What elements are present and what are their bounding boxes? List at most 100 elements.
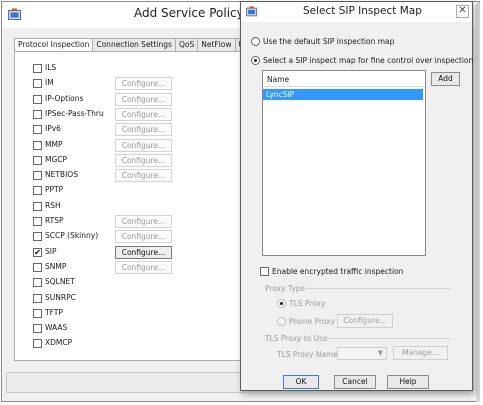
protocol-row: SQLNET: [15, 276, 243, 291]
protocol-checkbox[interactable]: [33, 94, 42, 104]
protocol-label: WAAS: [45, 323, 68, 333]
protocol-row: NETBIOS Configure...: [15, 169, 243, 184]
ok-button[interactable]: OK: [283, 375, 319, 389]
tls-proxy-name-select[interactable]: ▼: [337, 347, 387, 360]
protocol-checkbox[interactable]: [33, 140, 42, 150]
add-map-button[interactable]: Add: [431, 72, 460, 86]
configure-button[interactable]: Configure...: [115, 123, 172, 137]
protocol-checkbox[interactable]: [33, 278, 42, 288]
protocol-row: PPTP: [15, 184, 243, 199]
protocol-row: ✔ SIP Configure...: [15, 245, 243, 261]
protocol-label: SQLNET: [45, 277, 75, 287]
protocol-checkbox[interactable]: [33, 186, 42, 196]
select-map-radio[interactable]: [251, 56, 260, 65]
protocol-checkbox[interactable]: [33, 201, 42, 211]
protocol-row: MGCP Configure...: [15, 153, 243, 169]
protocol-label: TFTP: [45, 307, 63, 317]
protocol-checkbox[interactable]: [33, 155, 42, 165]
tls-proxy-name-label: TLS Proxy Name:: [277, 350, 341, 359]
protocol-checkbox[interactable]: [33, 262, 42, 272]
protocol-label: MGCP: [45, 154, 68, 164]
configure-button[interactable]: Configure...: [115, 77, 172, 91]
protocol-row: SUNRPC: [15, 292, 243, 307]
tls-proxy-radio[interactable]: [277, 299, 286, 308]
configure-button[interactable]: Configure...: [115, 260, 172, 274]
help-button[interactable]: Help: [387, 375, 429, 389]
protocol-row: TFTP: [15, 307, 243, 322]
protocol-checkbox[interactable]: [33, 109, 42, 119]
table-header: Name: [263, 71, 425, 87]
configure-button[interactable]: Configure...: [115, 169, 172, 183]
phone-proxy-configure-button[interactable]: Configure...: [337, 314, 393, 328]
protocol-row: XDMCP: [15, 337, 243, 352]
manage-button[interactable]: Manage...: [393, 346, 448, 360]
protocol-checkbox[interactable]: [33, 64, 42, 73]
protocol-label: SNMP: [45, 261, 67, 271]
use-default-map-radio[interactable]: [251, 37, 260, 46]
tls-proxy-to-use-divider: [323, 338, 451, 339]
protocol-row: SNMP Configure...: [15, 260, 243, 276]
tls-proxy-to-use-group-label: TLS Proxy to Use: [265, 334, 328, 343]
proxy-type-group-label: Proxy Type: [265, 284, 306, 293]
tab-2[interactable]: QoS: [174, 38, 199, 52]
configure-button[interactable]: Configure...: [115, 107, 172, 121]
protocol-row: ILS: [15, 62, 243, 77]
protocol-checkbox[interactable]: ✔: [33, 247, 42, 257]
protocol-label: IPv6: [45, 124, 61, 134]
tab-1[interactable]: Connection Settings: [92, 38, 176, 52]
proxy-type-divider: [303, 288, 451, 289]
configure-button[interactable]: Configure...: [115, 230, 172, 244]
tab-0[interactable]: Protocol Inspection: [14, 38, 94, 52]
protocol-inspection-panel: ILS IM Configure... IP-Options Configure... I…: [14, 51, 244, 361]
protocol-row: IPv6 Configure...: [15, 123, 243, 138]
asdm-dialog-icon: [246, 6, 258, 20]
protocol-label: RTSP: [45, 216, 64, 225]
table-row-lyncsip[interactable]: LyncSIP: [263, 89, 423, 100]
protocol-row: IM Configure...: [15, 77, 243, 92]
protocol-checkbox[interactable]: [33, 125, 42, 135]
configure-button[interactable]: Configure...: [115, 138, 172, 152]
protocol-checkbox[interactable]: [33, 324, 42, 334]
protocol-row: RTSP Configure...: [15, 215, 243, 230]
window-edge-shadow: [476, 3, 480, 402]
protocol-row: SCCP (Skinny) Configure...: [15, 230, 243, 245]
protocol-label: NETBIOS: [45, 170, 78, 180]
tab-3[interactable]: NetFlow: [197, 38, 236, 52]
protocol-row: MMP Configure...: [15, 138, 243, 154]
configure-button[interactable]: Configure...: [115, 215, 172, 228]
protocol-label: SCCP (Skinny): [45, 231, 99, 241]
protocol-checkbox[interactable]: [33, 217, 42, 226]
protocol-checkbox[interactable]: [33, 308, 42, 318]
protocol-row: RSH: [15, 200, 243, 215]
tls-proxy-label: TLS Proxy: [289, 299, 326, 308]
protocol-row: WAAS: [15, 322, 243, 337]
protocol-label: XDMCP: [45, 338, 73, 348]
chevron-down-icon: ▼: [377, 349, 383, 357]
encrypted-inspection-label: Enable encrypted traffic inspection: [272, 267, 404, 276]
phone-proxy-label: Phone Proxy: [289, 317, 336, 326]
protocol-label: RSH: [45, 200, 61, 210]
tab-strip: Protocol Inspection Connection Settings Qo…: [14, 38, 244, 52]
protocol-label: PPTP: [45, 185, 64, 195]
protocol-label: SIP: [45, 246, 57, 256]
select-map-label: Select a SIP inspect map for fine contro…: [263, 56, 474, 65]
protocol-checkbox[interactable]: [33, 232, 42, 242]
protocol-checkbox[interactable]: [33, 79, 42, 89]
dialog-title: Select SIP Inspect Map: [303, 5, 422, 17]
protocol-label: MMP: [45, 139, 63, 149]
protocol-checkbox[interactable]: [33, 339, 42, 349]
dialog-title-bar: Select SIP Inspect Map ✕: [241, 2, 472, 22]
protocol-label: SUNRPC: [45, 292, 76, 302]
protocol-checkbox[interactable]: [33, 293, 42, 303]
encrypted-inspection-checkbox[interactable]: [260, 267, 269, 276]
phone-proxy-radio[interactable]: [277, 317, 286, 326]
configure-button[interactable]: Configure...: [115, 153, 172, 167]
configure-button[interactable]: Configure...: [115, 92, 172, 106]
back-bottom-bar: [6, 372, 244, 393]
protocol-checkbox[interactable]: [33, 171, 42, 181]
cancel-button[interactable]: Cancel: [334, 375, 376, 389]
protocol-label: IP-Options: [45, 93, 84, 103]
close-icon[interactable]: ✕: [456, 5, 469, 18]
configure-button[interactable]: Configure...: [115, 245, 172, 259]
select-sip-inspect-map-dialog: Select SIP Inspect Map ✕ Use the default…: [240, 1, 473, 391]
